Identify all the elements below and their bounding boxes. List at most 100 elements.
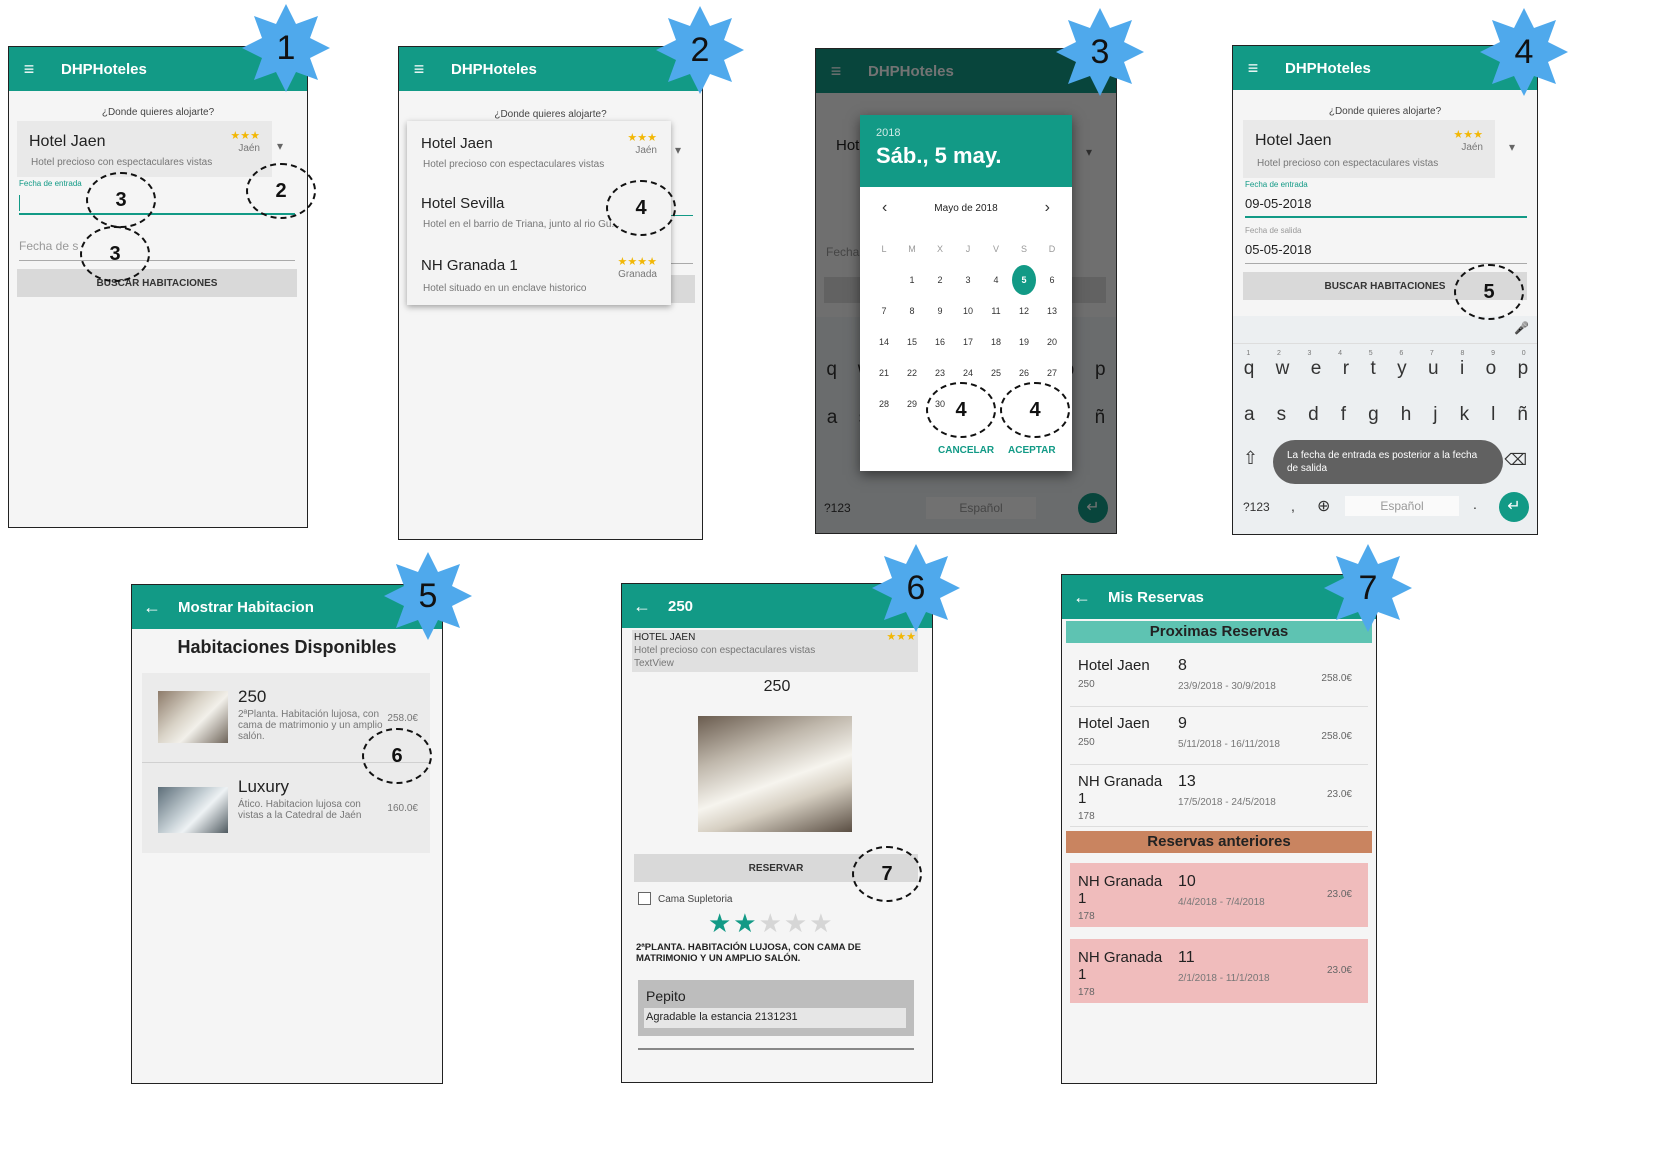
key-enye[interactable]: ñ	[1517, 404, 1528, 426]
calendar-day[interactable]: 13	[1040, 306, 1064, 316]
enter-key[interactable]: ↵	[1499, 492, 1529, 522]
exit-date-field[interactable]: 05-05-2018	[1245, 242, 1527, 264]
back-arrow-icon[interactable]: ←	[1062, 587, 1102, 608]
rating-stars[interactable]: ★★★★★	[708, 908, 835, 939]
booking-number: 11	[1178, 949, 1195, 966]
menu-icon[interactable]: ≡	[9, 59, 49, 80]
digit-hint: 2	[1276, 350, 1281, 357]
picker-year[interactable]: 2018	[876, 127, 900, 139]
shift-icon[interactable]: ⇧	[1243, 448, 1258, 469]
calendar-day[interactable]: 23	[928, 368, 952, 378]
entry-date-field[interactable]: 09-05-2018	[1245, 196, 1527, 218]
dropdown-icon[interactable]: ▾	[1509, 140, 1515, 154]
exit-date-field[interactable]: Fecha de s	[19, 239, 295, 261]
calendar-day[interactable]: 18	[984, 337, 1008, 347]
booking-dates: 2/1/2018 - 11/1/2018	[1178, 973, 1270, 984]
key-h[interactable]: h	[1401, 404, 1412, 426]
key-k[interactable]: k	[1460, 404, 1470, 426]
key-y[interactable]: y	[1397, 358, 1407, 380]
menu-icon[interactable]: ≡	[1233, 58, 1273, 79]
calendar-day[interactable]: 20	[1040, 337, 1064, 347]
hotel-desc: Hotel en el barrio de Triana, junto al r…	[423, 219, 620, 230]
calendar-day-selected[interactable]: 5	[1012, 264, 1036, 295]
booking-item-past[interactable]: NH Granada 1 10 178 4/4/2018 - 7/4/2018 …	[1070, 863, 1368, 927]
booking-item[interactable]: NH Granada 1 13 178 17/5/2018 - 24/5/201…	[1070, 763, 1368, 827]
room-name: 250	[238, 687, 267, 706]
calendar-day[interactable]: 2	[928, 275, 952, 285]
calendar-day[interactable]: 24	[956, 368, 980, 378]
calendar-day[interactable]: 27	[1040, 368, 1064, 378]
step-badge-4: 4	[1476, 4, 1572, 100]
calendar-day[interactable]: 16	[928, 337, 952, 347]
key-l[interactable]: l	[1491, 404, 1495, 426]
back-arrow-icon[interactable]: ←	[132, 597, 172, 618]
calendar-day[interactable]: 8	[900, 306, 924, 316]
key-i[interactable]: i	[1460, 358, 1464, 380]
key-f[interactable]: f	[1341, 404, 1346, 426]
dropdown-icon[interactable]: ▾	[675, 143, 681, 157]
key-s[interactable]: s	[1277, 404, 1287, 426]
callout-marker: 4	[606, 180, 676, 236]
symbols-key[interactable]: ?123	[1243, 500, 1270, 514]
screen-2-hotel-dropdown: ≡ DHPHoteles ¿Donde quieres alojarte? ▾ …	[398, 46, 703, 540]
mic-icon[interactable]: 🎤	[1514, 321, 1529, 335]
calendar-day[interactable]: 14	[872, 337, 896, 347]
room-photo	[698, 716, 852, 832]
dropdown-icon[interactable]: ▾	[277, 139, 283, 153]
space-key[interactable]: Español	[1345, 496, 1459, 516]
calendar-day[interactable]: 12	[1012, 306, 1036, 316]
calendar-day[interactable]: 15	[900, 337, 924, 347]
hotel-name: Hotel Jaen	[29, 133, 106, 150]
booking-price: 258.0€	[1321, 731, 1352, 742]
calendar-day[interactable]: 21	[872, 368, 896, 378]
calendar-day[interactable]: 4	[984, 275, 1008, 285]
key-q[interactable]: q	[1244, 358, 1255, 380]
booking-item-past[interactable]: NH Granada 1 11 178 2/1/2018 - 11/1/2018…	[1070, 939, 1368, 1003]
key-d[interactable]: d	[1308, 404, 1319, 426]
key-p[interactable]: p	[1518, 358, 1529, 380]
key-g[interactable]: g	[1368, 404, 1379, 426]
booking-room: 250	[1078, 679, 1095, 690]
calendar-day[interactable]: 1	[900, 275, 924, 285]
booking-item[interactable]: Hotel Jaen 9 250 5/11/2018 - 16/11/2018 …	[1070, 705, 1368, 765]
globe-icon[interactable]: ⊕	[1317, 496, 1330, 516]
calendar-day[interactable]: 11	[984, 306, 1008, 316]
calendar-day[interactable]: 29	[900, 399, 924, 409]
calendar-day[interactable]: 10	[956, 306, 980, 316]
back-arrow-icon[interactable]: ←	[622, 596, 662, 617]
calendar-day[interactable]: 9	[928, 306, 952, 316]
booking-hotel: NH Granada 1	[1078, 873, 1163, 907]
key-w[interactable]: w	[1276, 358, 1290, 380]
calendar-day[interactable]: 17	[956, 337, 980, 347]
calendar-day[interactable]: 3	[956, 275, 980, 285]
key-j[interactable]: j	[1433, 404, 1437, 426]
key-r[interactable]: r	[1343, 358, 1349, 380]
hotel-name: HOTEL JAEN	[634, 632, 696, 643]
calendar-day[interactable]: 6	[1040, 275, 1064, 285]
calendar-day[interactable]: 26	[1012, 368, 1036, 378]
calendar-day[interactable]: 22	[900, 368, 924, 378]
booking-item[interactable]: Hotel Jaen 8 250 23/9/2018 - 30/9/2018 2…	[1070, 647, 1368, 707]
period-key[interactable]: .	[1473, 496, 1477, 512]
key-a[interactable]: a	[1244, 404, 1255, 426]
search-button[interactable]: BUSCAR HABITACIONES	[17, 269, 297, 297]
calendar-day[interactable]: 25	[984, 368, 1008, 378]
next-month-icon[interactable]: ›	[1045, 199, 1050, 217]
hotel-option[interactable]: Hotel Jaen ★★★ Jaén Hotel precioso con e…	[407, 121, 671, 181]
key-e[interactable]: e	[1311, 358, 1322, 380]
key-o[interactable]: o	[1486, 358, 1497, 380]
cancel-button[interactable]: CANCELAR	[938, 445, 994, 456]
backspace-icon[interactable]: ⌫	[1504, 450, 1527, 470]
calendar-day[interactable]: 19	[1012, 337, 1036, 347]
hotel-spinner[interactable]: Hotel Jaen ★★★ Jaén Hotel precioso con e…	[17, 121, 272, 177]
menu-icon[interactable]: ≡	[399, 59, 439, 80]
calendar-day[interactable]: 7	[872, 306, 896, 316]
key-t[interactable]: t	[1370, 358, 1375, 380]
comma-key[interactable]: ,	[1291, 498, 1295, 514]
calendar-day[interactable]: 28	[872, 399, 896, 409]
key-u[interactable]: u	[1428, 358, 1439, 380]
hotel-option[interactable]: NH Granada 1 ★★★★ Granada Hotel situado …	[407, 245, 671, 305]
accept-button[interactable]: ACEPTAR	[1008, 445, 1056, 456]
hotel-spinner[interactable]: Hotel Jaen ★★★ Jaén Hotel precioso con e…	[1243, 120, 1495, 178]
extra-bed-checkbox[interactable]	[638, 892, 651, 905]
